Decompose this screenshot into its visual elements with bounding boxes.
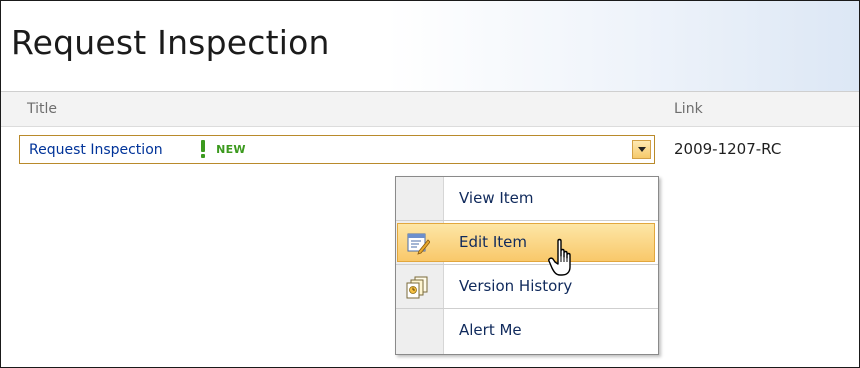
version-history-icon	[406, 276, 428, 299]
column-header-row: Title Link	[1, 91, 859, 127]
new-badge: NEW	[197, 139, 246, 159]
list-view-panel: Request Inspection Title Link Request In…	[0, 0, 860, 368]
item-context-menu: View Item Edit Item Version History Aler…	[395, 176, 659, 355]
menu-item-alert-me[interactable]: Alert Me	[396, 309, 658, 352]
edit-document-icon	[407, 233, 430, 255]
column-header-title[interactable]: Title	[27, 100, 57, 118]
chevron-down-icon	[638, 147, 646, 152]
page-title: Request Inspection	[11, 23, 330, 62]
item-menu-dropdown-button[interactable]	[632, 140, 651, 159]
new-badge-label: NEW	[216, 143, 246, 156]
menu-item-label: View Item	[459, 189, 534, 207]
item-link-cell: 2009-1207-RC	[674, 140, 782, 158]
column-header-link[interactable]: Link	[674, 100, 703, 118]
exclamation-icon	[201, 140, 205, 158]
menu-item-version-history[interactable]: Version History	[396, 265, 658, 309]
list-item-title-cell[interactable]: Request Inspection NEW	[19, 135, 655, 164]
menu-item-label: Version History	[459, 277, 573, 295]
page-header: Request Inspection	[1, 1, 859, 91]
menu-item-label: Alert Me	[459, 321, 522, 339]
menu-item-edit-item[interactable]: Edit Item	[396, 221, 658, 265]
menu-item-view-item[interactable]: View Item	[396, 177, 658, 221]
hand-pointer-cursor-icon	[548, 238, 571, 276]
menu-item-label: Edit Item	[459, 233, 527, 251]
item-title-link[interactable]: Request Inspection	[29, 141, 163, 159]
